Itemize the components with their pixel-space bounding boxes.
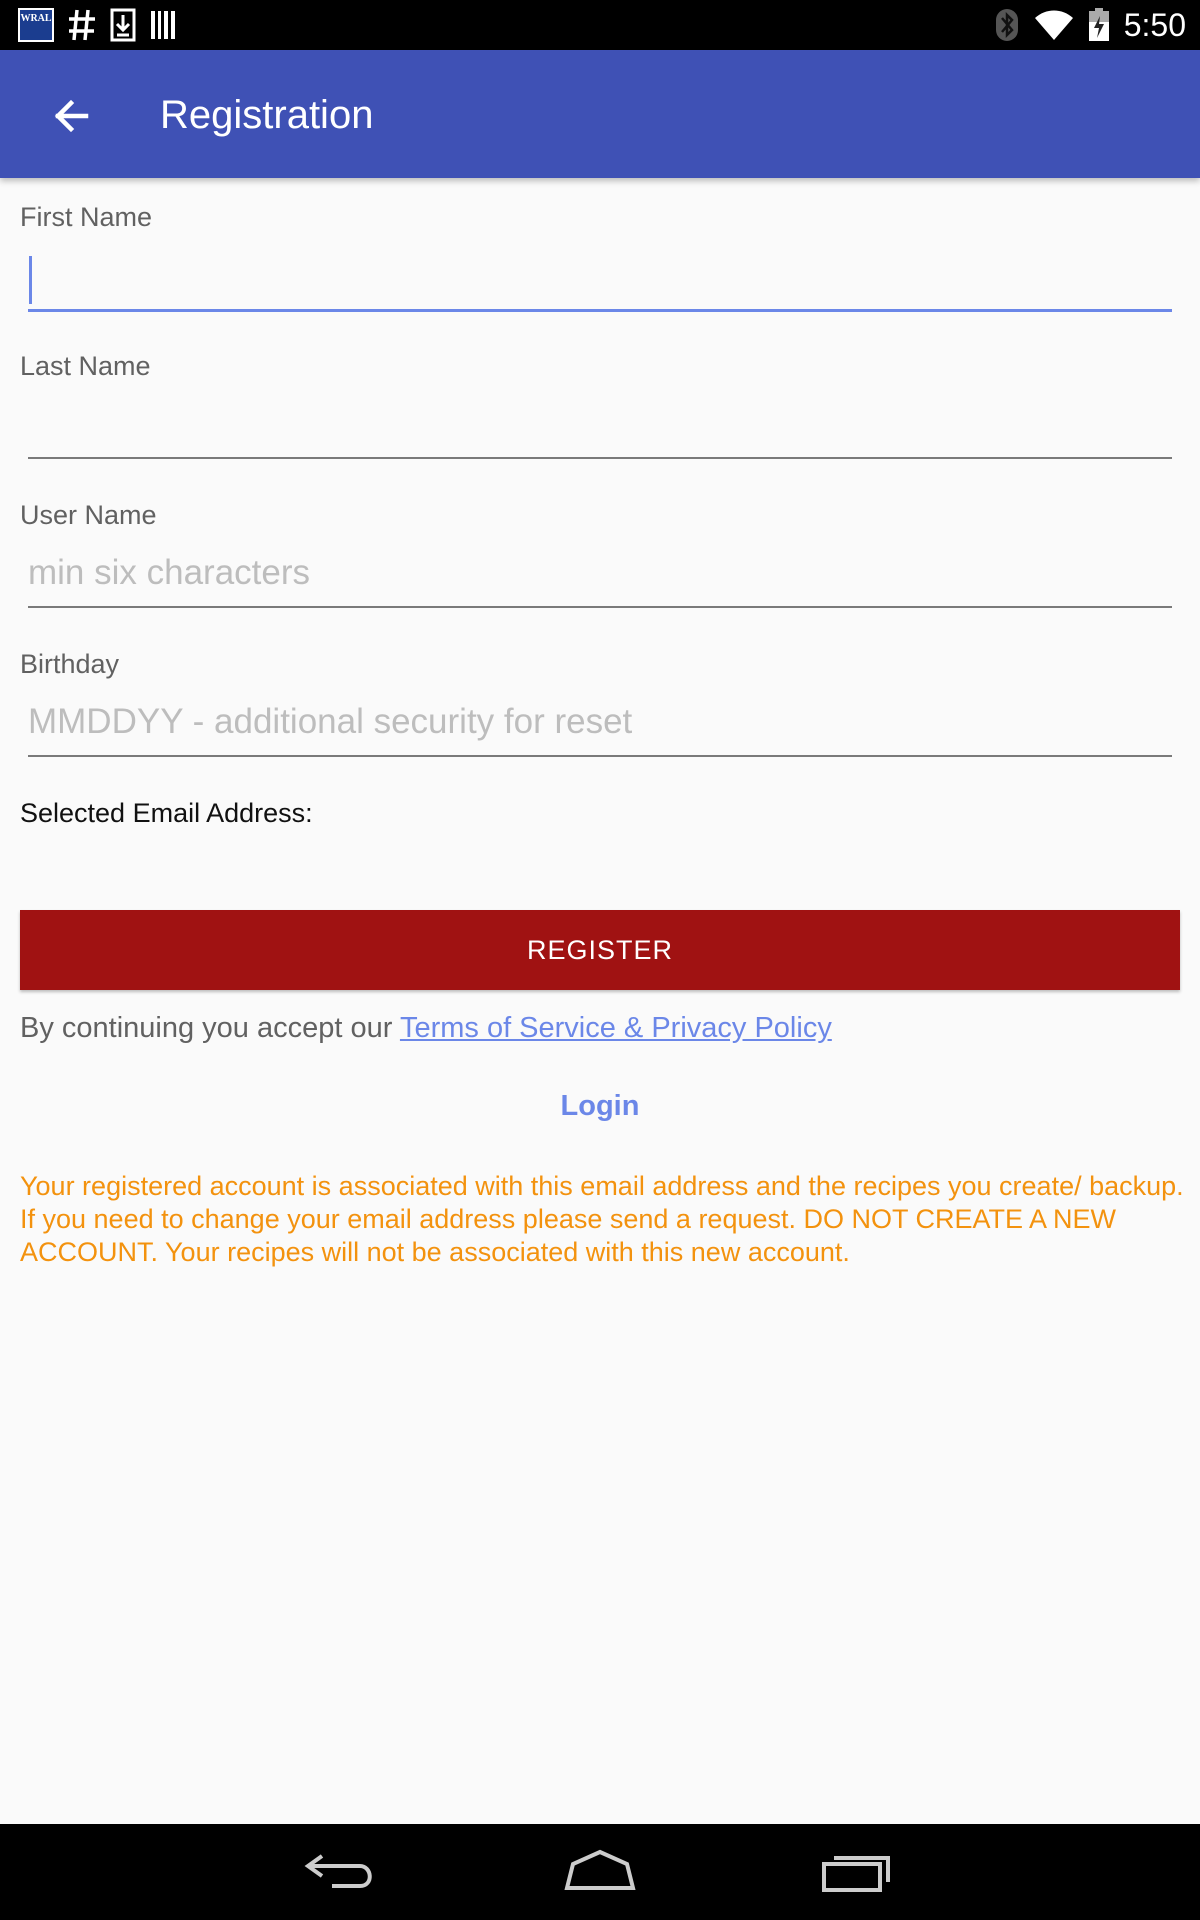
user-name-input[interactable] (28, 546, 1172, 608)
hash-icon (69, 9, 95, 41)
nav-recents-button[interactable] (812, 1844, 902, 1900)
clock: 5:50 (1123, 6, 1186, 43)
wral-icon-text: WRAL (20, 13, 52, 24)
account-notice: Your registered account is associated wi… (20, 1171, 1184, 1267)
barcode-icon (151, 11, 175, 39)
selected-email-label: Selected Email Address: (20, 798, 313, 828)
register-button[interactable]: REGISTER (20, 910, 1180, 990)
birthday-input[interactable] (28, 695, 1172, 757)
wral-weather-icon: WRAL (18, 8, 54, 42)
notification-icons: WRAL (18, 8, 176, 42)
login-link[interactable]: Login (0, 1090, 1200, 1123)
text-cursor (29, 256, 32, 304)
system-icons: 5:50 (994, 0, 1186, 50)
bluetooth-icon (995, 9, 1018, 41)
back-button[interactable] (44, 88, 100, 144)
birthday-label: Birthday (20, 649, 120, 679)
user-name-label: User Name (20, 500, 157, 530)
home-nav-icon (564, 1849, 636, 1890)
last-name-label: Last Name (20, 351, 151, 381)
terms-line: By continuing you accept our Terms of Se… (20, 1012, 832, 1045)
page-title: Registration (160, 93, 374, 137)
first-name-label: First Name (20, 202, 153, 232)
arrow-left-icon (54, 99, 89, 133)
nav-back-button[interactable] (298, 1844, 388, 1900)
app-bar: Registration (0, 50, 1200, 178)
back-nav-icon (304, 1854, 372, 1888)
download-icon (110, 8, 136, 42)
last-name-input[interactable] (28, 397, 1172, 459)
recents-nav-icon (822, 1856, 890, 1892)
battery-charging-icon (1088, 8, 1109, 41)
navigation-bar (0, 1824, 1200, 1920)
first-name-input[interactable] (28, 250, 1172, 312)
nav-home-button[interactable] (555, 1844, 645, 1900)
status-bar: WRAL 5:50 (0, 0, 1200, 50)
terms-prefix: By continuing you accept our (20, 1012, 400, 1044)
wifi-icon (1034, 10, 1073, 40)
terms-link[interactable]: Terms of Service & Privacy Policy (400, 1012, 832, 1044)
